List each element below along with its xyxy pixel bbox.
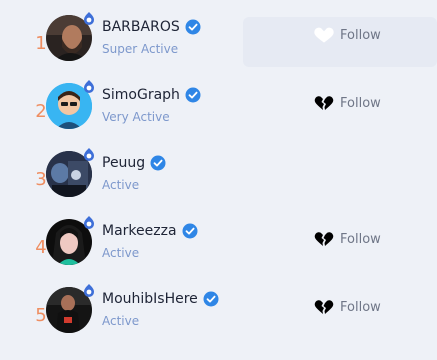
list-item: 5 MouhibIsHere Active Follow [0,284,437,355]
activity-badge-icon [84,80,94,93]
username[interactable]: SimoGraph [102,87,180,103]
activity-status: Active [102,178,140,192]
activity-badge-icon [84,216,94,229]
activity-status: Very Active [102,110,170,124]
follow-label: Follow [340,95,381,111]
activity-status: Super Active [102,42,179,56]
verified-check-icon [203,291,219,307]
verified-check-icon [185,87,201,103]
follow-button[interactable]: Follow [312,297,381,317]
activity-status: Active [102,314,140,328]
activity-badge-icon [84,148,94,161]
list-item: 4 Markeezza Active Follow [0,216,437,287]
follow-label: Follow [340,299,381,315]
follow-button[interactable]: Follow [312,25,381,45]
verified-check-icon [185,19,201,35]
username[interactable]: Peuug [102,155,145,171]
broken-heart-icon [314,96,334,110]
follow-label: Follow [340,231,381,247]
broken-heart-icon [314,232,334,246]
verified-check-icon [150,155,166,171]
list-item: 1 BARBAROS Super Active Follow [0,12,437,83]
username[interactable]: BARBAROS [102,19,180,35]
list-item: 2 SimoGraph Very Active Follow [0,80,437,151]
follow-label: Follow [340,27,381,43]
username[interactable]: MouhibIsHere [102,291,198,307]
heart-outline-icon [314,27,334,43]
verified-check-icon [182,223,198,239]
follow-list: 1 BARBAROS Super Active Follow 2 SimoGra… [0,0,437,360]
follow-button[interactable]: Follow [312,229,381,249]
activity-badge-icon [84,284,94,297]
broken-heart-icon [314,300,334,314]
username[interactable]: Markeezza [102,223,177,239]
activity-badge-icon [84,12,94,25]
list-item: 3 Peuug Active [0,148,437,219]
follow-button[interactable]: Follow [312,93,381,113]
activity-status: Active [102,246,140,260]
